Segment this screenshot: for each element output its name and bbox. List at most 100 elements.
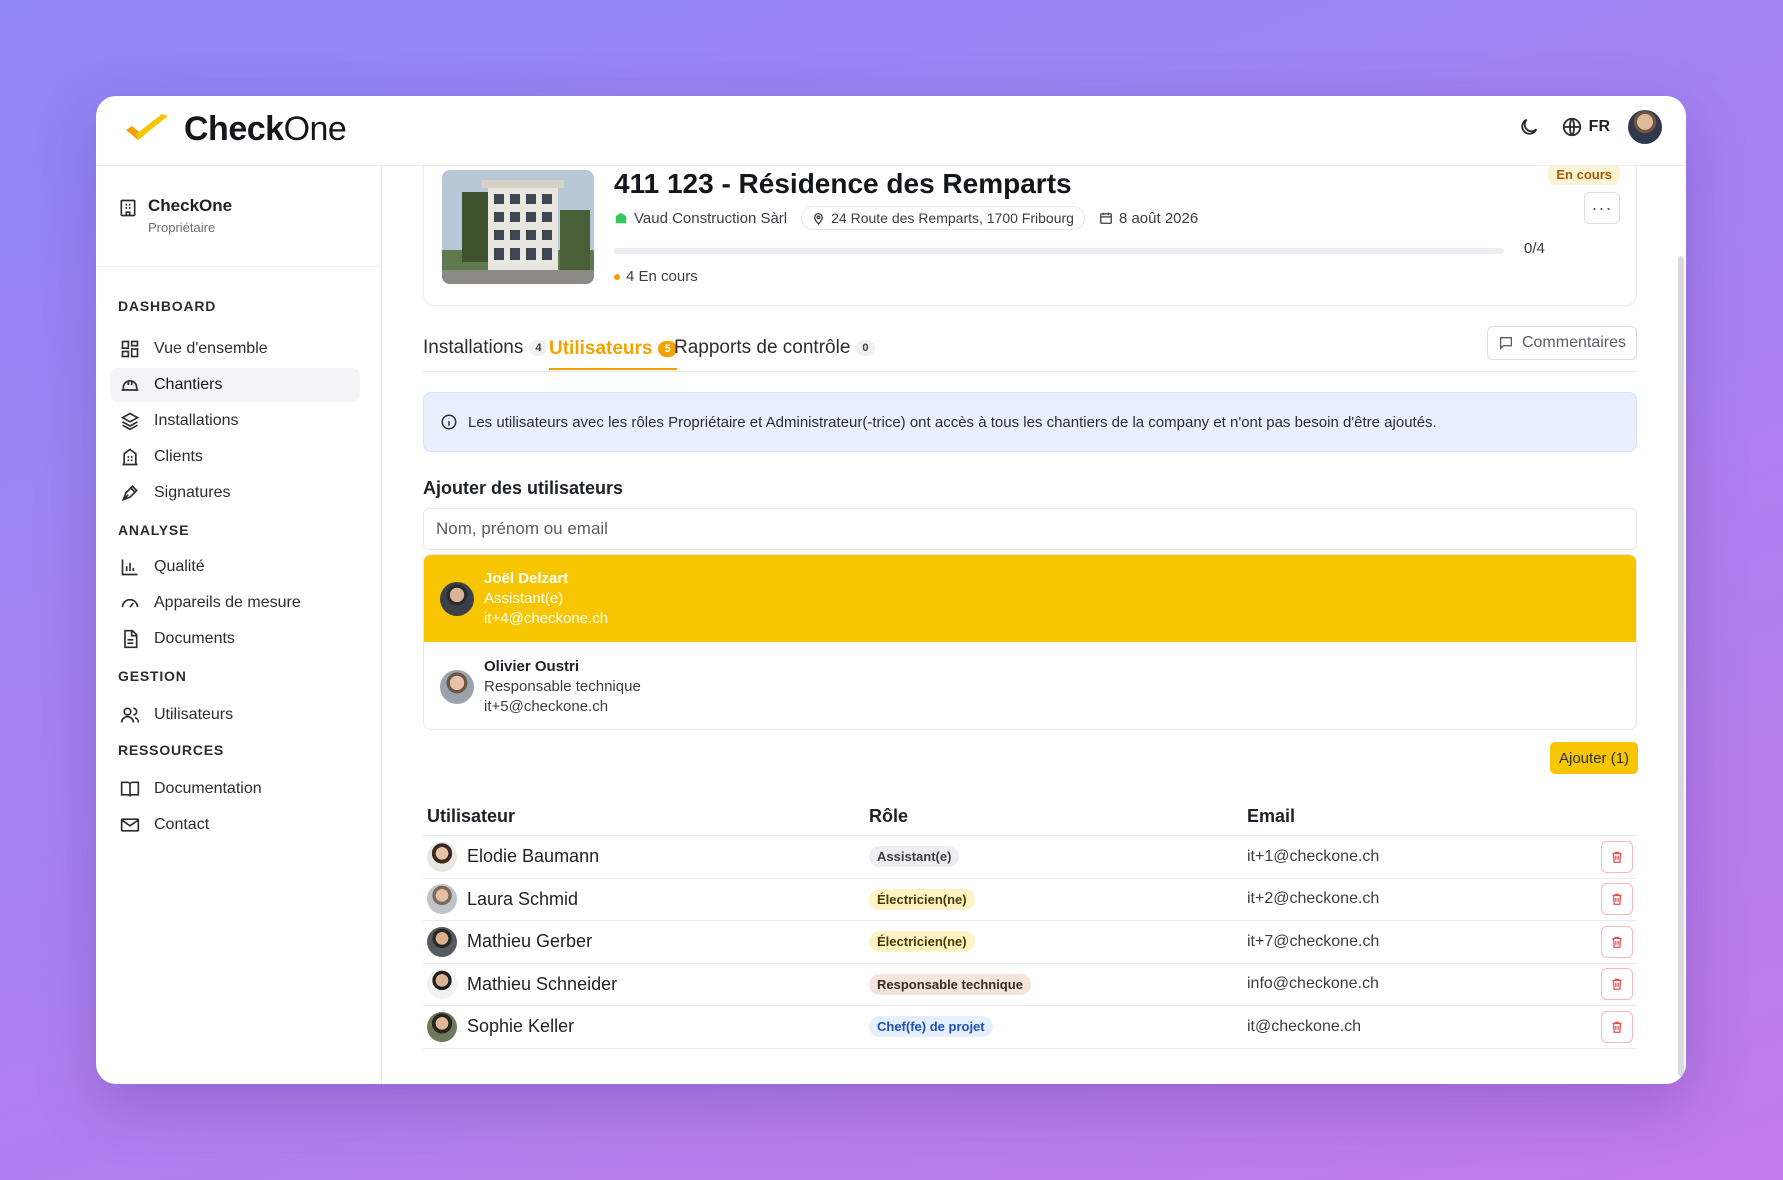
sidebar-item-chantiers[interactable]: Chantiers <box>110 368 360 402</box>
sidebar-item-contact[interactable]: Contact <box>110 808 360 842</box>
sidebar-item-documents[interactable]: Documents <box>110 622 360 656</box>
delete-button[interactable] <box>1601 1010 1633 1043</box>
top-right-controls: FR <box>1515 110 1662 144</box>
actions-cell <box>1601 1006 1633 1048</box>
email-cell: it+1@checkone.ch <box>1247 836 1379 878</box>
search-result-item[interactable]: Olivier Oustri Responsable technique it+… <box>424 643 1636 729</box>
status-count: 4 En cours <box>626 268 698 285</box>
table-row: Sophie Keller Chef(fe) de projet it@chec… <box>423 1006 1637 1049</box>
sidebar-item-label: Appareils de mesure <box>154 594 301 611</box>
project-header-card: 411 123 - Résidence des Remparts Vaud Co… <box>423 166 1637 306</box>
role-cell: Assistant(e) <box>869 836 960 878</box>
avatar <box>427 884 457 915</box>
avatar <box>427 969 457 1000</box>
user-name: Elodie Baumann <box>467 846 600 867</box>
section-gestion: GESTION <box>118 668 187 684</box>
sidebar-item-utilisateurs[interactable]: Utilisateurs <box>110 698 360 732</box>
sidebar-item-label: Qualité <box>154 558 205 575</box>
sidebar-item-clients[interactable]: Clients <box>110 440 360 474</box>
email-cell: info@checkone.ch <box>1247 964 1379 1006</box>
user-cell: Sophie Keller <box>427 1006 574 1048</box>
role-badge: Assistant(e) <box>869 846 960 868</box>
sidebar-item-installations[interactable]: Installations <box>110 404 360 438</box>
col-header-role[interactable]: Rôle <box>869 806 908 827</box>
comment-icon <box>1499 337 1512 350</box>
comments-button[interactable]: Commentaires <box>1486 326 1637 360</box>
avatar <box>427 1011 457 1042</box>
status-badge: En cours <box>1548 166 1620 185</box>
layers-icon <box>120 412 140 431</box>
checkmark-logo-icon <box>126 113 168 140</box>
user-search-input[interactable] <box>423 508 1637 550</box>
sidebar-item-documentation[interactable]: Documentation <box>110 772 360 806</box>
org-role: Propriétaire <box>148 220 216 235</box>
sidebar-item-label: Documentation <box>154 780 262 797</box>
location-pin-icon <box>814 212 824 225</box>
company-chip[interactable]: Vaud Construction Sàrl <box>614 210 787 227</box>
dark-mode-toggle[interactable] <box>1515 113 1543 141</box>
add-users-title: Ajouter des utilisateurs <box>423 478 624 498</box>
table-body: Elodie Baumann Assistant(e) it+1@checkon… <box>423 836 1637 1049</box>
delete-button[interactable] <box>1601 840 1633 873</box>
delete-button[interactable] <box>1601 925 1633 958</box>
col-header-email[interactable]: Email <box>1247 806 1295 827</box>
sidebar-item-signatures[interactable]: Signatures <box>110 476 360 510</box>
divider <box>96 266 381 267</box>
tab-rapports[interactable]: Rapports de contrôle 0 <box>674 330 875 366</box>
project-meta: Vaud Construction Sàrl 24 Route des Remp… <box>614 206 1198 230</box>
search-results: Joël Delzart Assistant(e) it+4@checkone.… <box>423 554 1637 730</box>
col-header-user[interactable]: Utilisateur <box>427 806 515 827</box>
email-cell: it@checkone.ch <box>1247 1006 1361 1048</box>
book-icon <box>120 781 140 797</box>
trash-icon <box>1612 851 1622 863</box>
email-cell: it+2@checkone.ch <box>1247 879 1379 921</box>
address-chip[interactable]: 24 Route des Remparts, 1700 Fribourg <box>801 206 1085 230</box>
sidebar-item-label: Utilisateurs <box>154 706 234 723</box>
project-date: 8 août 2026 <box>1118 209 1199 227</box>
language-selector[interactable]: FR <box>1561 116 1610 138</box>
result-email: it+5@checkone.ch <box>484 698 609 715</box>
info-text: Les utilisateurs avec les rôles Propriét… <box>468 413 1437 431</box>
user-email: info@checkone.ch <box>1247 975 1379 993</box>
avatar <box>427 841 457 872</box>
tab-installations[interactable]: Installations 4 <box>423 330 548 366</box>
sidebar-item-label: Signatures <box>154 484 231 501</box>
status-dot <box>614 273 620 280</box>
sidebar: CheckOne Propriétaire DASHBOARD Vue d'en… <box>96 166 382 1084</box>
sidebar-item-vue-ensemble[interactable]: Vue d'ensemble <box>110 332 360 366</box>
role-badge: Responsable technique <box>869 973 1031 995</box>
top-bar: CheckOne FR <box>96 96 1686 166</box>
search-result-item[interactable]: Joël Delzart Assistant(e) it+4@checkone.… <box>424 555 1636 642</box>
table-row: Mathieu Schneider Responsable technique … <box>423 964 1637 1006</box>
user-name: Mathieu Gerber <box>467 931 593 952</box>
user-name: Mathieu Schneider <box>467 973 618 994</box>
building-icon <box>120 199 136 217</box>
user-avatar[interactable] <box>1628 110 1662 144</box>
role-badge: Électricien(ne) <box>869 931 975 953</box>
section-ressources: RESSOURCES <box>118 742 225 758</box>
add-users-button[interactable]: Ajouter (1) <box>1550 742 1639 774</box>
company-icon <box>615 212 627 224</box>
sidebar-item-qualite[interactable]: Qualité <box>110 550 360 584</box>
role-cell: Électricien(ne) <box>869 879 975 921</box>
sidebar-item-label: Contact <box>154 816 210 833</box>
sidebar-item-appareils[interactable]: Appareils de mesure <box>110 586 360 620</box>
table-row: Mathieu Gerber Électricien(ne) it+7@chec… <box>423 921 1637 964</box>
sidebar-item-label: Installations <box>154 412 239 429</box>
grid-icon <box>121 340 139 358</box>
scrollbar[interactable] <box>1678 256 1684 1076</box>
status-line: 4 En cours <box>614 268 698 285</box>
org-switcher[interactable]: CheckOne Propriétaire <box>118 196 232 235</box>
more-options-button[interactable]: ··· <box>1584 192 1620 224</box>
calendar-icon <box>1100 212 1112 224</box>
logo[interactable]: CheckOne <box>122 110 347 149</box>
actions-cell <box>1601 879 1633 921</box>
user-cell: Mathieu Schneider <box>427 964 617 1006</box>
building-icon <box>122 448 138 466</box>
table-header: Utilisateur Rôle Email <box>423 802 1637 836</box>
tab-utilisateurs[interactable]: Utilisateurs 5 <box>549 330 677 370</box>
delete-button[interactable] <box>1601 883 1633 916</box>
delete-button[interactable] <box>1601 968 1633 1001</box>
progress-bar <box>614 248 1504 254</box>
role-cell: Chef(fe) de projet <box>869 1006 993 1048</box>
